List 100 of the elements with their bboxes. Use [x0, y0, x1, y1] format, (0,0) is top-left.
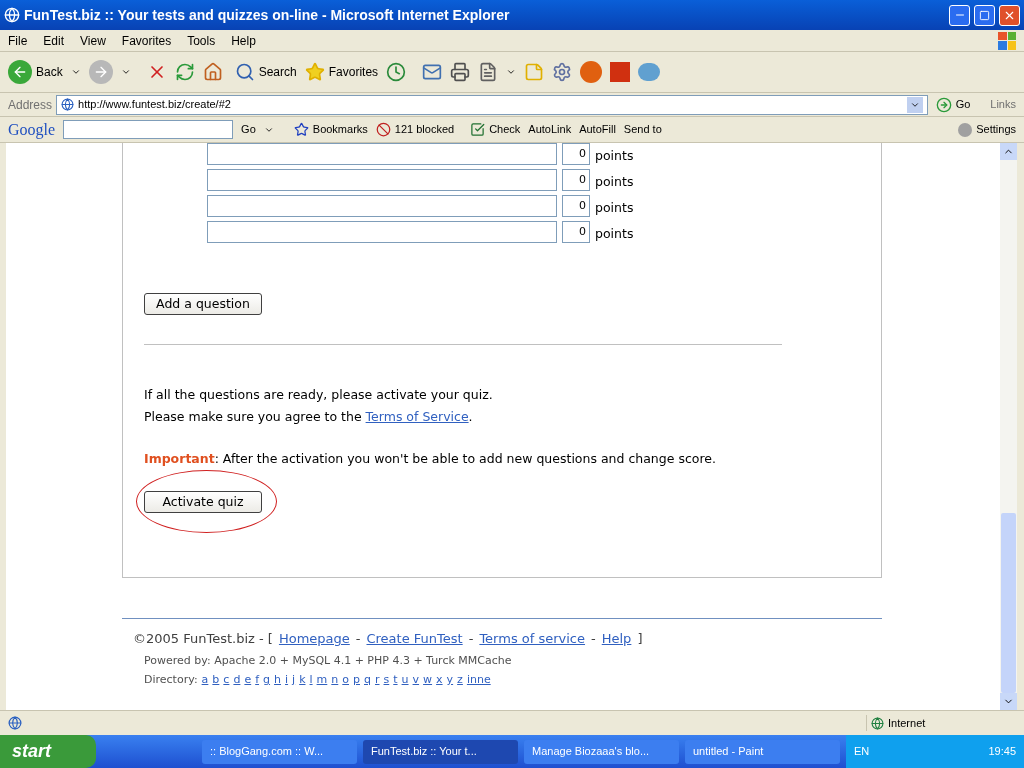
directory-link[interactable]: r: [375, 672, 380, 689]
directory-link[interactable]: p: [353, 672, 360, 689]
directory-link[interactable]: l: [309, 672, 313, 689]
back-button[interactable]: Back: [8, 60, 63, 84]
directory-link[interactable]: n: [331, 672, 339, 689]
tool-icon[interactable]: [552, 62, 573, 82]
home-icon[interactable]: [202, 62, 223, 82]
directory-link[interactable]: t: [393, 672, 398, 689]
directory-link[interactable]: c: [223, 672, 230, 689]
browser-icon: [4, 7, 20, 23]
directory-link[interactable]: u: [401, 672, 409, 689]
points-field[interactable]: 0: [562, 169, 590, 191]
footer-link[interactable]: Homepage: [278, 629, 350, 649]
menu-item[interactable]: Edit: [43, 31, 65, 50]
url-text: http://www.funtest.biz/create/#2: [78, 97, 232, 113]
directory-link[interactable]: o: [342, 672, 349, 689]
menu-item[interactable]: Favorites: [121, 31, 172, 50]
directory-link[interactable]: m: [316, 672, 328, 689]
taskbar-button[interactable]: untitled - Paint: [685, 739, 840, 764]
directory-link[interactable]: g: [263, 672, 271, 689]
dropdown-button[interactable]: [906, 96, 923, 113]
mail-icon[interactable]: [422, 62, 443, 82]
scroll-up-button[interactable]: [1000, 143, 1017, 160]
points-field[interactable]: 0: [562, 195, 590, 217]
google-go-button[interactable]: Go: [241, 121, 256, 138]
directory-link[interactable]: inne: [466, 672, 491, 689]
caret-icon[interactable]: [70, 67, 81, 77]
directory-link[interactable]: s: [383, 672, 390, 689]
footer-link[interactable]: Create FunTest: [366, 629, 463, 649]
footer-text: ©2005 FunTest.biz - [: [133, 630, 273, 648]
scrollbar[interactable]: [1000, 143, 1017, 710]
points-label: points: [595, 146, 634, 165]
maximize-button[interactable]: [974, 4, 995, 26]
go-button[interactable]: Go: [931, 96, 975, 113]
menu-item[interactable]: File: [8, 31, 28, 50]
footer-text: -: [355, 630, 361, 648]
menu-item[interactable]: Help: [231, 31, 256, 50]
send-to-button[interactable]: Send to: [623, 121, 662, 138]
directory-link[interactable]: d: [233, 672, 241, 689]
start-button[interactable]: start: [0, 735, 96, 768]
popup-blocker-button[interactable]: 121 blocked: [375, 121, 455, 138]
search-button[interactable]: Search: [234, 62, 297, 82]
caret-icon[interactable]: [120, 67, 131, 77]
points-field[interactable]: 0: [562, 221, 590, 243]
zone-label: Internet: [888, 715, 926, 731]
directory-link[interactable]: q: [364, 672, 371, 689]
clock: 19:45: [988, 744, 1016, 760]
answer-field[interactable]: [207, 221, 557, 243]
caret-icon[interactable]: [506, 67, 517, 77]
footer-link[interactable]: Help: [601, 629, 632, 649]
directory-link[interactable]: a: [201, 672, 209, 689]
minimize-button[interactable]: [949, 4, 970, 26]
answer-field[interactable]: [207, 169, 557, 191]
spell-check-button[interactable]: Check: [470, 121, 521, 138]
settings-button[interactable]: Settings: [958, 121, 1016, 138]
taskbar-button[interactable]: FunTest.biz :: Your t...: [363, 739, 518, 764]
close-button[interactable]: [999, 4, 1020, 26]
globe-icon: [871, 716, 884, 730]
refresh-icon[interactable]: [174, 62, 195, 82]
directory-link[interactable]: y: [446, 672, 454, 689]
directory-link[interactable]: i: [285, 672, 289, 689]
menu-item[interactable]: Tools: [187, 31, 216, 50]
taskbar-button[interactable]: :: BlogGang.com :: W...: [202, 739, 357, 764]
google-search-field[interactable]: [63, 120, 234, 139]
bookmarks-button[interactable]: Bookmarks: [293, 121, 368, 138]
directory-link[interactable]: w: [423, 672, 433, 689]
address-field[interactable]: http://www.funtest.biz/create/#2: [56, 94, 928, 115]
directory-link[interactable]: f: [255, 672, 260, 689]
google-logo[interactable]: Google: [8, 117, 56, 142]
points-field[interactable]: 0: [562, 143, 590, 165]
scroll-thumb[interactable]: [1001, 513, 1016, 693]
directory-link[interactable]: j: [292, 672, 296, 689]
answer-field[interactable]: [207, 195, 557, 217]
links-label[interactable]: Links: [990, 96, 1016, 113]
history-icon[interactable]: [386, 62, 407, 82]
autofill-button[interactable]: AutoFill: [579, 121, 616, 138]
maximize-icon: [979, 9, 990, 21]
page-icon: [8, 716, 22, 730]
menu-item[interactable]: View: [80, 31, 106, 50]
activate-quiz-button[interactable]: Activate quiz: [144, 491, 262, 514]
directory-link[interactable]: z: [457, 672, 463, 689]
star-icon: [304, 62, 325, 82]
taskbar-button[interactable]: Manage Biozaaa's blo...: [524, 739, 679, 764]
autolink-button[interactable]: AutoLink: [528, 121, 572, 138]
terms-link[interactable]: Terms of Service: [365, 408, 469, 424]
settings-icon: [958, 122, 973, 137]
document-icon[interactable]: [478, 62, 499, 82]
favorites-button[interactable]: Favorites: [304, 62, 379, 82]
directory-link[interactable]: x: [436, 672, 443, 689]
print-icon[interactable]: [450, 62, 471, 82]
answer-field[interactable]: [207, 143, 557, 165]
directory-link[interactable]: b: [212, 672, 220, 689]
directory-link[interactable]: v: [412, 672, 420, 689]
add-question-button[interactable]: Add a question: [144, 293, 262, 315]
directory-link[interactable]: e: [244, 672, 252, 689]
scroll-down-button[interactable]: [1000, 693, 1017, 710]
directory-link[interactable]: h: [274, 672, 281, 689]
footer-text: -: [591, 630, 596, 648]
directory-link[interactable]: k: [299, 672, 306, 689]
footer-link[interactable]: Terms of service: [479, 629, 586, 649]
